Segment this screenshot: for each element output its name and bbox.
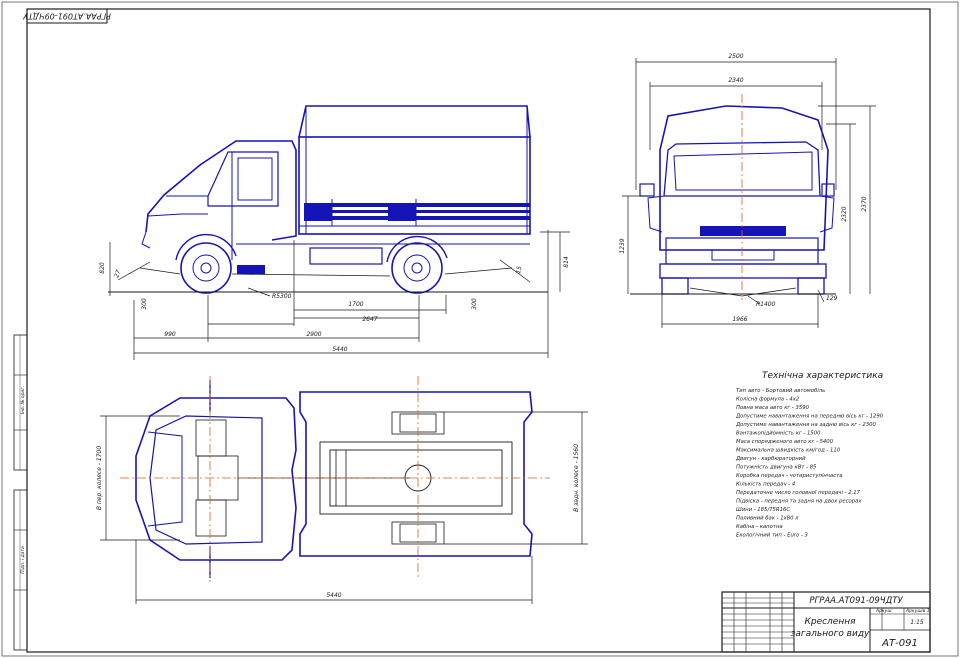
dim-side-overhang: 990 xyxy=(164,331,176,338)
title-block-title-line2: загального виду xyxy=(791,629,870,639)
title-block-sheet-label: Аркуш xyxy=(875,608,891,614)
spec-line: Екологічний тип - Euro - 3 xyxy=(736,533,809,539)
dim-side-height-left: 820 xyxy=(99,262,106,274)
dim-side-turn-radius: R5300 xyxy=(272,293,292,300)
dim-side-height-right: 814 xyxy=(563,256,570,268)
spec-line: Маса спорядженого авто кг - 5400 xyxy=(736,439,834,445)
dim-front-overall-width: 2500 xyxy=(728,53,743,60)
title-block-title-line1: Креслення xyxy=(804,617,856,627)
left-binding-strip xyxy=(13,334,28,651)
dim-side-1700: 1700 xyxy=(348,301,363,308)
spec-line: Передаточне число головної передачі - 2,… xyxy=(736,490,861,496)
spec-line: Допустиме навантаження на передню вісь к… xyxy=(735,414,884,420)
spec-line: Підвіска - передня та задня на двох ресо… xyxy=(736,499,862,505)
spec-line: Повна маса авто кг - 3590 xyxy=(736,405,810,411)
title-block-doc-code: РГРАА.АТ091-09ЧДТУ xyxy=(809,596,903,606)
drawing-sheet: РГРАА.АТ091-09ЧДТУ Інв. № ориг. Підп. і … xyxy=(1,1,959,657)
spec-line: Двигун - карбюраторний xyxy=(735,456,806,462)
specs-list: Тип авто - Бортовий автомобіль Колісна ф… xyxy=(735,388,884,539)
spec-line: Шини - 185/75R16C xyxy=(736,507,790,513)
spec-line: Паливний бак - 1х80 л xyxy=(736,516,799,522)
dim-side-wheelbase: 2900 xyxy=(306,331,321,338)
dim-front-height-body: 2320 xyxy=(841,206,848,221)
dim-top-rear-label: В задн. колесе - 1560 xyxy=(573,444,580,512)
front-view xyxy=(630,105,836,297)
dim-side-clearance-rear: 300 xyxy=(471,298,478,310)
spec-line: Допустиме навантаження на задню вісь кг … xyxy=(735,422,876,428)
dim-top-length: 5440 xyxy=(326,592,341,599)
drawing-frame xyxy=(1,1,959,657)
dim-front-body-width: 2340 xyxy=(728,77,743,84)
spec-line: Тип авто - Бортовий автомобіль xyxy=(736,388,825,394)
title-block-mass: 1:15 xyxy=(910,619,924,626)
spec-line: Вантажопідйомність кг - 1500 xyxy=(736,431,821,437)
spec-line: Потужність двигуна кВт - 85 xyxy=(736,465,817,471)
top-view-dimension-lines xyxy=(100,411,588,604)
spec-line: Коробка передач - чотириступінчаста xyxy=(736,473,843,479)
side-view-dimension-lines xyxy=(109,230,570,360)
spec-line: Максимальна швидкість км/год - 110 xyxy=(736,448,841,454)
top-view-centerlines xyxy=(120,376,550,582)
dim-side-length: 5440 xyxy=(332,346,347,353)
top-stamp: РГРАА.АТ091-09ЧДТУ xyxy=(22,12,111,21)
top-view xyxy=(135,380,533,578)
spec-line: Кількість передач - 4 xyxy=(736,482,795,488)
specs-title: Технічна характеристика xyxy=(762,371,883,381)
title-block-sheets-label: Аркушів 1 xyxy=(905,608,930,614)
dim-top-front-label: В пер. колесе - 1700 xyxy=(96,446,103,511)
spec-line: Кабіна - капотна xyxy=(736,524,783,530)
left-strip-label-2: Підп. і дата xyxy=(20,546,26,574)
left-strip-label-1: Інв. № ориг. xyxy=(20,386,26,414)
spec-line: Колісна формула - 4х2 xyxy=(736,397,800,403)
dim-side-angle-left: 27 xyxy=(113,269,122,279)
dim-front-clearance: R1400 xyxy=(756,301,776,308)
dim-front-height-side: 1239 xyxy=(619,238,626,253)
dim-front-height-total: 2370 xyxy=(861,196,868,211)
dim-side-angle-right: 15 xyxy=(515,265,523,274)
dim-front-small: 129 xyxy=(826,295,838,302)
dim-side-2647: 2647 xyxy=(362,316,377,323)
dim-side-clearance-front: 300 xyxy=(141,298,148,310)
dim-front-track: 1966 xyxy=(732,316,747,323)
side-view xyxy=(108,105,548,294)
title-block-group: АТ-091 xyxy=(881,638,918,649)
